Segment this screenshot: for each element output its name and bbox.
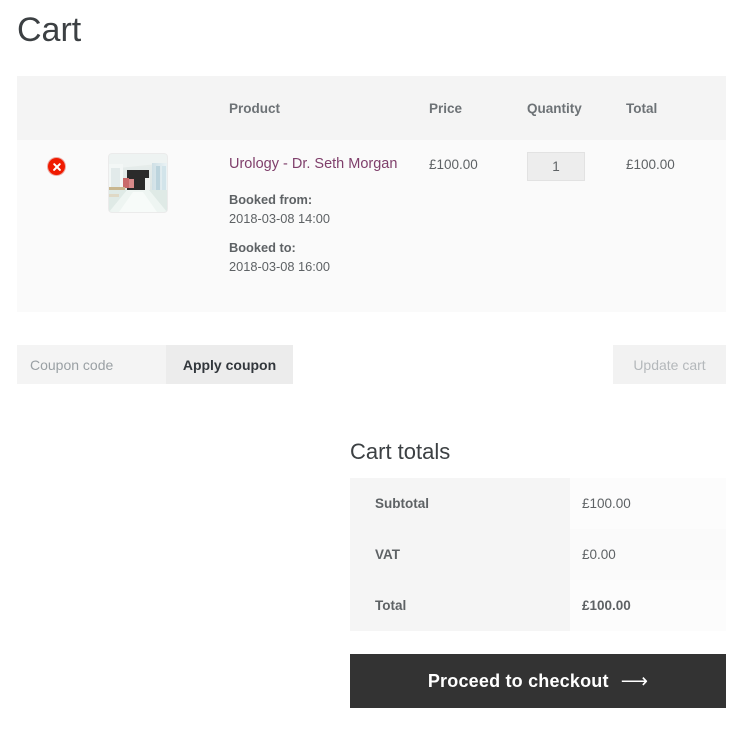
column-header-total: Total: [626, 76, 726, 140]
totals-row-subtotal: Subtotal £100.00: [350, 478, 726, 529]
coupon-row: Apply coupon Update cart: [17, 345, 726, 384]
checkout-label: Proceed to checkout: [427, 670, 609, 691]
cart-item-remove-cell: [17, 140, 109, 312]
cart-table-body: Urology - Dr. Seth Morgan Booked from: 2…: [17, 140, 726, 312]
cart-totals-heading: Cart totals: [350, 439, 451, 464]
cart-item-product-cell: Urology - Dr. Seth Morgan Booked from: 2…: [229, 140, 429, 312]
cart-table-header-row: Product Price Quantity Total: [17, 76, 726, 140]
column-header-remove: [17, 76, 109, 140]
total-value: £100.00: [570, 580, 726, 631]
remove-item-icon[interactable]: [48, 158, 65, 175]
cart-item-quantity-cell: [527, 140, 626, 312]
totals-row-vat: VAT £0.00: [350, 529, 726, 580]
booked-from-label: Booked from:: [229, 192, 313, 207]
vat-value: £0.00: [570, 529, 726, 580]
coupon-code-input[interactable]: [17, 345, 166, 384]
booked-from-value: 2018-03-08 14:00: [229, 211, 331, 226]
subtotal-value: £100.00: [570, 478, 726, 529]
cart-item-total: £100.00: [626, 140, 726, 312]
product-name-link[interactable]: Urology - Dr. Seth Morgan: [229, 154, 419, 174]
total-label: Total: [350, 580, 570, 631]
cart-item-thumbnail-cell: [109, 140, 229, 312]
cart-table: Product Price Quantity Total Urology - D…: [17, 76, 726, 312]
column-header-thumbnail: [109, 76, 229, 140]
product-thumbnail[interactable]: [109, 154, 167, 212]
column-header-quantity: Quantity: [527, 76, 626, 140]
column-header-price: Price: [429, 76, 527, 140]
vat-label: VAT: [350, 529, 570, 580]
subtotal-label: Subtotal: [350, 478, 570, 529]
page-title: Cart: [17, 11, 82, 49]
cart-totals-table: Subtotal £100.00 VAT £0.00 Total £100.00: [350, 478, 726, 631]
cart-page: Cart Product Price Quantity Total Urolog…: [0, 0, 743, 731]
booked-to-value: 2018-03-08 16:00: [229, 259, 331, 274]
cart-table-header: Product Price Quantity Total: [17, 76, 726, 140]
update-cart-button[interactable]: Update cart: [613, 345, 726, 384]
column-header-product: Product: [229, 76, 429, 140]
cart-item-row: Urology - Dr. Seth Morgan Booked from: 2…: [17, 140, 726, 312]
arrow-right-icon: ⟶: [620, 670, 649, 692]
proceed-to-checkout-button[interactable]: Proceed to checkout ⟶: [350, 654, 726, 708]
apply-coupon-button[interactable]: Apply coupon: [166, 345, 293, 384]
booked-to-label: Booked to:: [229, 240, 296, 255]
totals-row-total: Total £100.00: [350, 580, 726, 631]
hospital-corridor-photo: [109, 154, 167, 212]
quantity-input[interactable]: [527, 152, 585, 181]
cart-item-price: £100.00: [429, 140, 527, 312]
